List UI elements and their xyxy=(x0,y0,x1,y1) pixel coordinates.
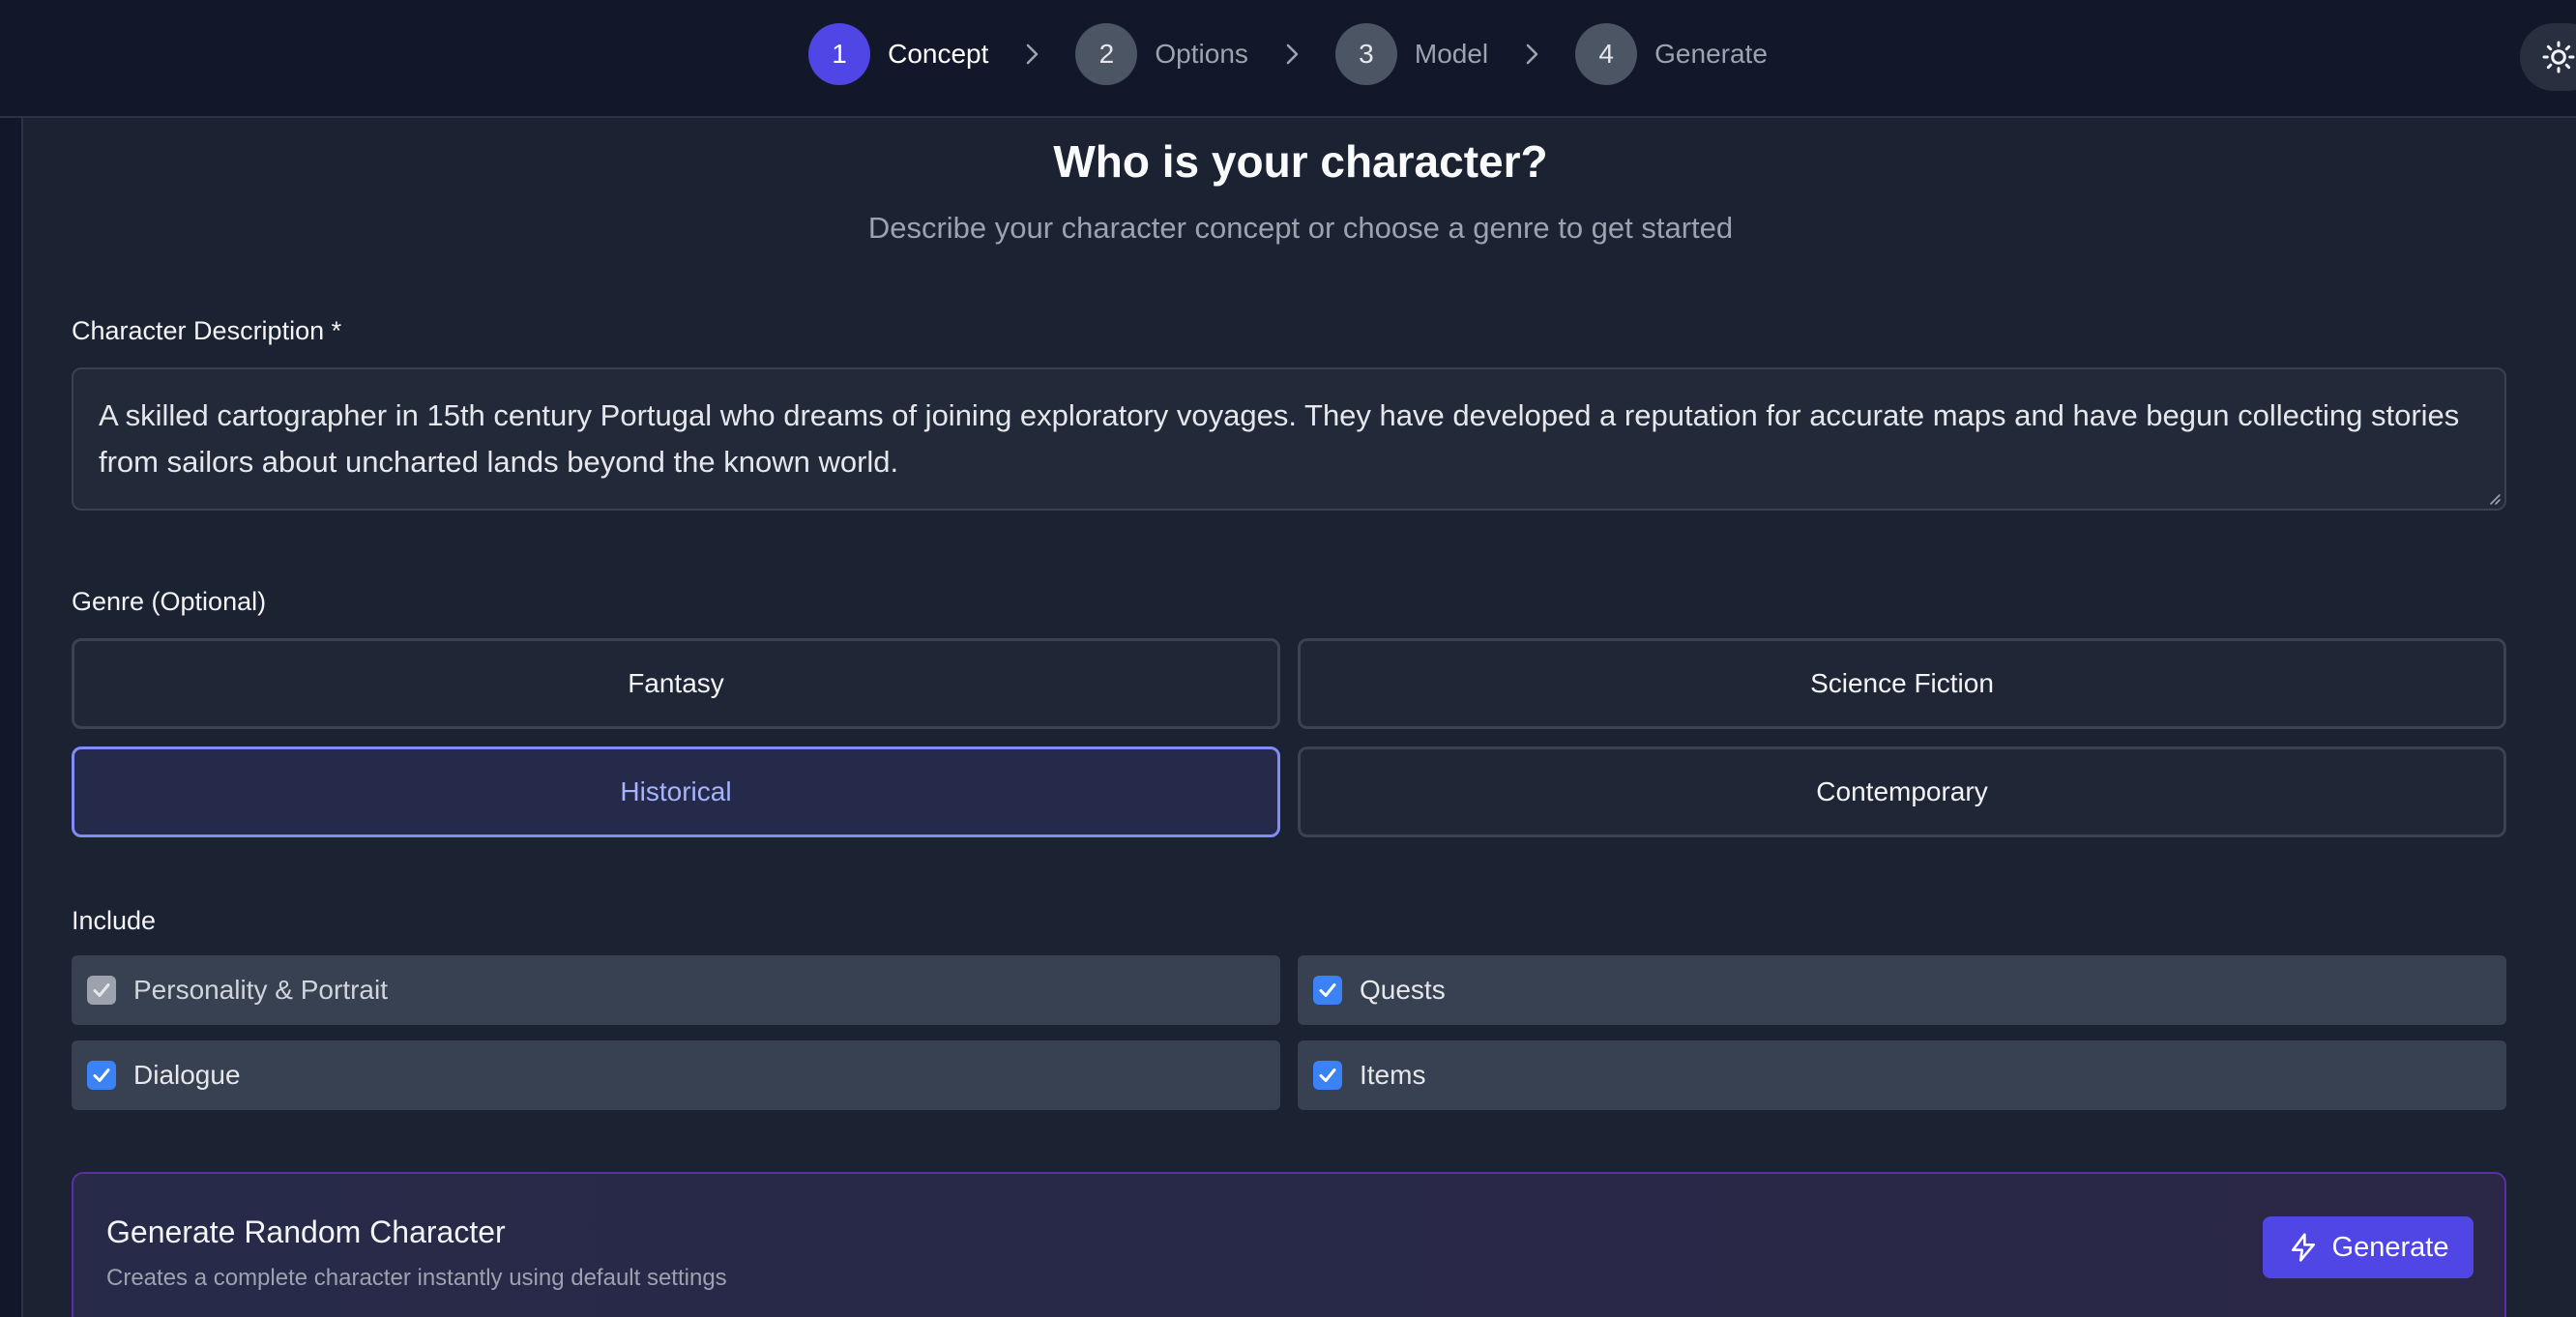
genre-label: Genre (Optional) xyxy=(72,587,267,616)
sun-icon xyxy=(2542,41,2575,73)
random-card-title: Generate Random Character xyxy=(106,1215,506,1249)
checkmark-icon xyxy=(1319,983,1336,997)
checkmark-icon xyxy=(93,1068,110,1082)
step-options[interactable]: 2 Options xyxy=(1075,23,1248,85)
step-label: Options xyxy=(1155,39,1248,69)
description-text: A skilled cartographer in 15th century P… xyxy=(99,398,2460,479)
genre-science-fiction-button[interactable]: Science Fiction xyxy=(1298,638,2506,729)
genre-fantasy-button[interactable]: Fantasy xyxy=(72,638,1280,729)
wizard-stepper: 1 Concept 2 Options 3 Model 4 Generate xyxy=(0,21,2576,87)
chevron-right-icon xyxy=(1027,44,1039,65)
lightning-icon xyxy=(2291,1233,2315,1262)
include-option-label: Dialogue xyxy=(133,1060,241,1090)
checkmark-icon xyxy=(93,983,110,997)
random-character-card: Generate Random Character Creates a comp… xyxy=(72,1172,2506,1317)
step-number: 2 xyxy=(1075,23,1138,85)
include-option-label: Items xyxy=(1360,1060,1426,1090)
chevron-right-icon xyxy=(1526,44,1538,65)
include-quests[interactable]: Quests xyxy=(1298,955,2506,1025)
description-label: Character Description * xyxy=(72,316,342,345)
step-label: Generate xyxy=(1654,39,1768,69)
step-model[interactable]: 3 Model xyxy=(1334,23,1489,85)
step-number: 4 xyxy=(1575,23,1638,85)
include-personality-portrait: Personality & Portrait xyxy=(72,955,1280,1025)
genre-historical-button[interactable]: Historical xyxy=(72,746,1280,837)
step-concept[interactable]: 1 Concept xyxy=(808,23,988,85)
step-number: 1 xyxy=(808,23,871,85)
checkbox[interactable] xyxy=(1313,1061,1342,1090)
concept-step-panel: Who is your character? Describe your cha… xyxy=(25,118,2576,1317)
step-label: Concept xyxy=(888,39,989,69)
page-title: Who is your character? xyxy=(1053,136,1548,187)
genre-label-text: Fantasy xyxy=(628,668,724,698)
genre-contemporary-button[interactable]: Contemporary xyxy=(1298,746,2506,837)
resize-handle-icon[interactable] xyxy=(2487,491,2501,505)
checkbox[interactable] xyxy=(87,1061,116,1090)
include-dialogue[interactable]: Dialogue xyxy=(72,1040,1280,1110)
generate-button-label: Generate xyxy=(2331,1231,2449,1263)
include-option-label: Quests xyxy=(1360,975,1446,1005)
step-generate[interactable]: 4 Generate xyxy=(1575,23,1768,85)
include-option-label: Personality & Portrait xyxy=(133,975,388,1005)
genre-label-text: Contemporary xyxy=(1816,776,1988,806)
step-number: 3 xyxy=(1334,23,1397,85)
left-edge xyxy=(0,118,23,1317)
random-card-description: Creates a complete character instantly u… xyxy=(106,1265,727,1291)
checkbox xyxy=(87,976,116,1005)
genre-label-text: Historical xyxy=(620,776,732,806)
step-label: Model xyxy=(1414,39,1489,69)
checkmark-icon xyxy=(1319,1068,1336,1082)
top-bar: 1 Concept 2 Options 3 Model 4 Generate xyxy=(0,0,2576,118)
include-items[interactable]: Items xyxy=(1298,1040,2506,1110)
page-subtitle: Describe your character concept or choos… xyxy=(867,211,1734,245)
character-description-textarea[interactable]: A skilled cartographer in 15th century P… xyxy=(72,367,2506,511)
genre-label-text: Science Fiction xyxy=(1810,668,1994,698)
generate-random-button[interactable]: Generate xyxy=(2263,1216,2474,1278)
chevron-right-icon xyxy=(1286,44,1299,65)
include-label: Include xyxy=(72,906,157,935)
checkbox[interactable] xyxy=(1313,976,1342,1005)
